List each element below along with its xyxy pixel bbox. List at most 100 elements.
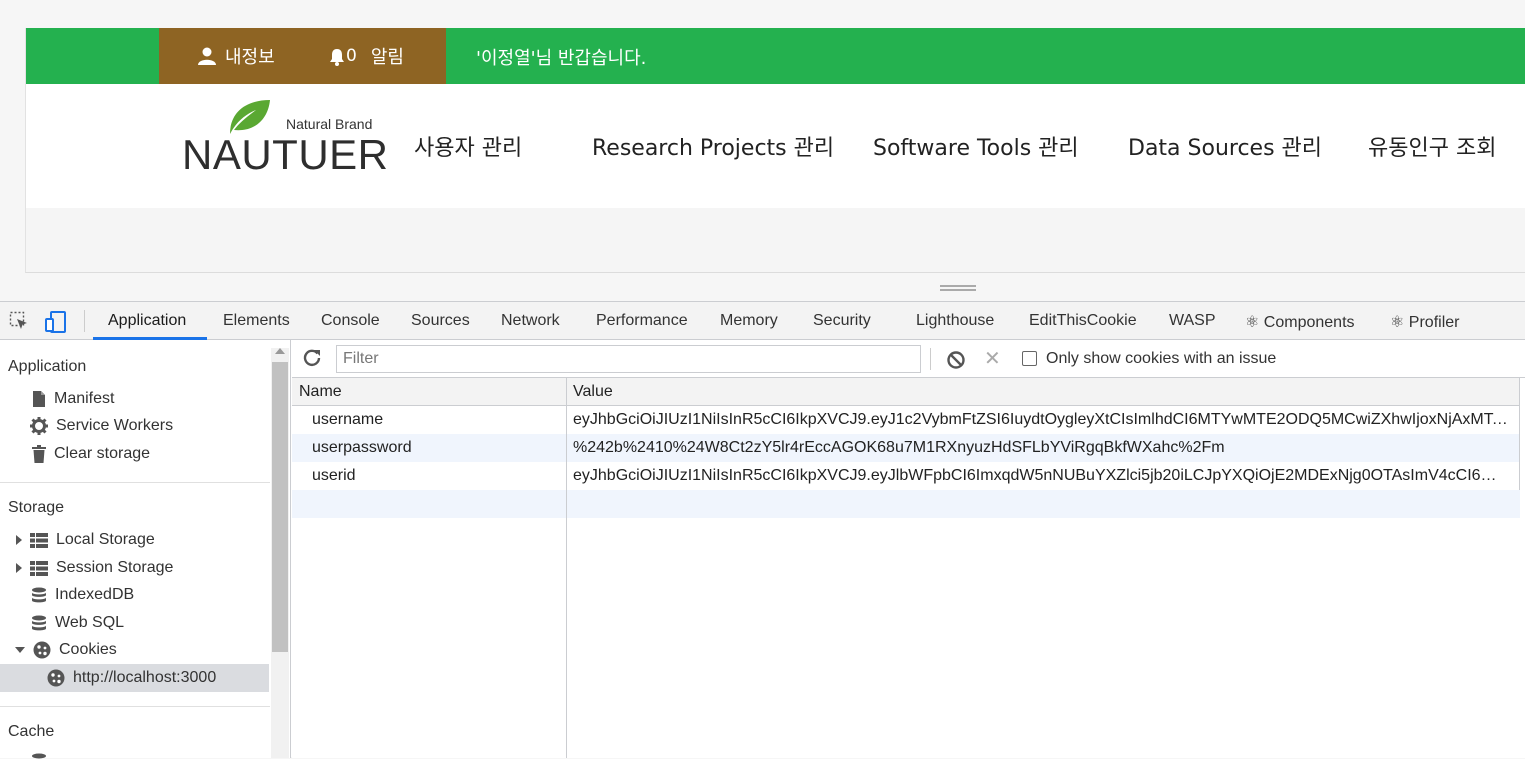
brand-logo[interactable]: Natural Brand NAUTUER (182, 98, 392, 178)
sidebar-item-indexeddb[interactable]: IndexedDB (31, 586, 134, 604)
tab-console[interactable]: Console (321, 312, 380, 330)
gear-icon (30, 417, 48, 435)
database-icon (32, 615, 46, 630)
tab-elements[interactable]: Elements (223, 312, 290, 330)
nav-data-sources[interactable]: Data Sources 관리 (1128, 130, 1322, 162)
database-icon (32, 587, 46, 602)
scroll-up-icon[interactable] (275, 348, 285, 354)
nav-software-tools[interactable]: Software Tools 관리 (873, 130, 1079, 162)
cookie-value: eyJhbGciOiJIUzI1NiIsInR5cCI6IkpXVCJ9.eyJ… (573, 467, 1508, 484)
sidebar-item-label: IndexedDB (55, 586, 135, 603)
nav-floating-population[interactable]: 유동인구 조회 (1368, 130, 1496, 162)
myinfo-label: 내정보 (225, 47, 275, 68)
device-toolbar-icon[interactable] (45, 311, 67, 337)
cookies-toolbar: ✕ Only show cookies with an issue (292, 340, 1525, 378)
tab-network[interactable]: Network (501, 312, 560, 330)
sidebar-item-clear-storage[interactable]: Clear storage (32, 445, 150, 463)
person-icon (197, 46, 217, 66)
column-divider (1519, 378, 1520, 490)
sidebar-item-label: http://localhost:3000 (73, 669, 217, 686)
expand-arrow-icon[interactable] (16, 563, 22, 573)
sidebar-item-label: Local Storage (56, 531, 155, 548)
section-application: Application (8, 358, 87, 375)
table-icon (30, 560, 48, 576)
only-issues-label: Only show cookies with an issue (1046, 350, 1277, 367)
sidebar-item-label: Manifest (54, 390, 115, 407)
sidebar-item-local-storage[interactable]: Local Storage (16, 531, 155, 549)
table-row[interactable]: userid eyJhbGciOiJIUzI1NiIsInR5cCI6IkpXV… (292, 462, 1520, 490)
tab-wasp[interactable]: WASP (1169, 312, 1216, 330)
collapse-arrow-icon[interactable] (15, 647, 25, 653)
tab-application[interactable]: Application (108, 312, 186, 330)
main-nav: Natural Brand NAUTUER 사용자 관리 Research Pr… (26, 84, 1525, 208)
tab-memory[interactable]: Memory (720, 312, 778, 330)
nav-research-projects[interactable]: Research Projects 관리 (592, 130, 834, 162)
sidebar-item-cookie-origin[interactable]: http://localhost:3000 (47, 669, 216, 687)
tab-editthiscookie[interactable]: EditThisCookie (1029, 312, 1137, 330)
clear-all-cookies-icon[interactable] (946, 350, 966, 375)
cookie-value: %242b%2410%24W8Ct2zY5lr4rEccAGOK68u7M1RX… (573, 439, 1225, 456)
brand-name: NAUTUER (182, 131, 389, 178)
sidebar-item-label: Clear storage (54, 445, 151, 462)
devtools-panel: Application Elements Console Sources Net… (0, 301, 1525, 759)
sidebar-item-web-sql[interactable]: Web SQL (31, 614, 124, 632)
tab-profiler[interactable]: ⚛ Profiler (1390, 312, 1459, 332)
table-header: Name Value (292, 378, 1520, 406)
section-divider (0, 706, 270, 707)
application-sidebar: Application Manifest Service Workers Cle… (0, 340, 291, 759)
scrollbar-thumb[interactable] (272, 362, 288, 652)
sidebar-item-label: Web SQL (55, 614, 125, 631)
inspect-element-icon[interactable] (9, 311, 29, 335)
devtools-resize-handle[interactable] (940, 285, 976, 291)
sidebar-item-cookies[interactable]: Cookies (15, 641, 117, 659)
web-page: 내정보 0 알림 '이정열'님 반갑습니다. Natural Brand NAU (25, 28, 1525, 273)
sidebar-scrollbar[interactable] (271, 348, 289, 758)
tab-sources[interactable]: Sources (411, 312, 470, 330)
nav-user-management[interactable]: 사용자 관리 (414, 130, 522, 162)
table-row[interactable]: username eyJhbGciOiJIUzI1NiIsInR5cCI6Ikp… (292, 406, 1520, 434)
refresh-icon[interactable] (302, 348, 322, 373)
greeting-text: '이정열'님 반갑습니다. (476, 48, 647, 69)
tab-performance[interactable]: Performance (596, 312, 688, 330)
table-row[interactable]: userpassword %242b%2410%24W8Ct2zY5lr4rEc… (292, 434, 1520, 462)
cookie-icon (47, 669, 65, 687)
sidebar-item-label: Cookies (59, 641, 117, 658)
devtools-tab-bar: Application Elements Console Sources Net… (0, 302, 1525, 340)
section-divider (0, 482, 270, 483)
sidebar-item-service-workers[interactable]: Service Workers (30, 417, 173, 435)
section-cache: Cache (8, 723, 55, 740)
column-header-value[interactable]: Value (573, 383, 613, 401)
cookie-name: userid (312, 467, 356, 484)
cookie-name: userpassword (312, 439, 412, 456)
tab-components[interactable]: ⚛ Components (1245, 312, 1355, 332)
cookie-name: username (312, 411, 384, 428)
empty-row[interactable] (292, 490, 1520, 518)
table-icon (30, 532, 48, 548)
delete-selected-icon[interactable]: ✕ (984, 346, 1001, 371)
trash-icon (32, 445, 46, 463)
bell-icon: 0 (329, 46, 357, 66)
myinfo-link[interactable]: 내정보 (197, 43, 275, 69)
page-viewport: 내정보 0 알림 '이정열'님 반갑습니다. Natural Brand NAU (0, 0, 1525, 300)
tab-lighthouse[interactable]: Lighthouse (916, 312, 994, 330)
column-header-name[interactable]: Name (299, 383, 342, 401)
sidebar-item-label: Session Storage (56, 559, 174, 576)
sidebar-item-label: Service Workers (56, 417, 174, 434)
cookies-table: Name Value username eyJhbGciOiJIUzI1NiIs… (292, 378, 1525, 758)
expand-arrow-icon[interactable] (16, 535, 22, 545)
sidebar-item-session-storage[interactable]: Session Storage (16, 559, 173, 577)
brand-subtitle: Natural Brand (286, 116, 373, 132)
column-divider[interactable] (566, 378, 567, 758)
filter-input[interactable] (336, 345, 921, 373)
cookie-value: eyJhbGciOiJIUzI1NiIsInR5cCI6IkpXVCJ9.eyJ… (573, 411, 1508, 428)
alarm-link[interactable]: 0 알림 (329, 43, 404, 69)
alarm-count: 0 (346, 46, 357, 66)
tab-security[interactable]: Security (813, 312, 871, 330)
sidebar-item-manifest[interactable]: Manifest (32, 390, 114, 408)
section-storage: Storage (8, 499, 65, 516)
document-icon (33, 391, 45, 407)
database-icon (32, 753, 46, 759)
tab-separator (84, 310, 85, 332)
only-issues-checkbox[interactable] (1022, 351, 1037, 366)
alarm-label: 알림 (370, 47, 404, 68)
